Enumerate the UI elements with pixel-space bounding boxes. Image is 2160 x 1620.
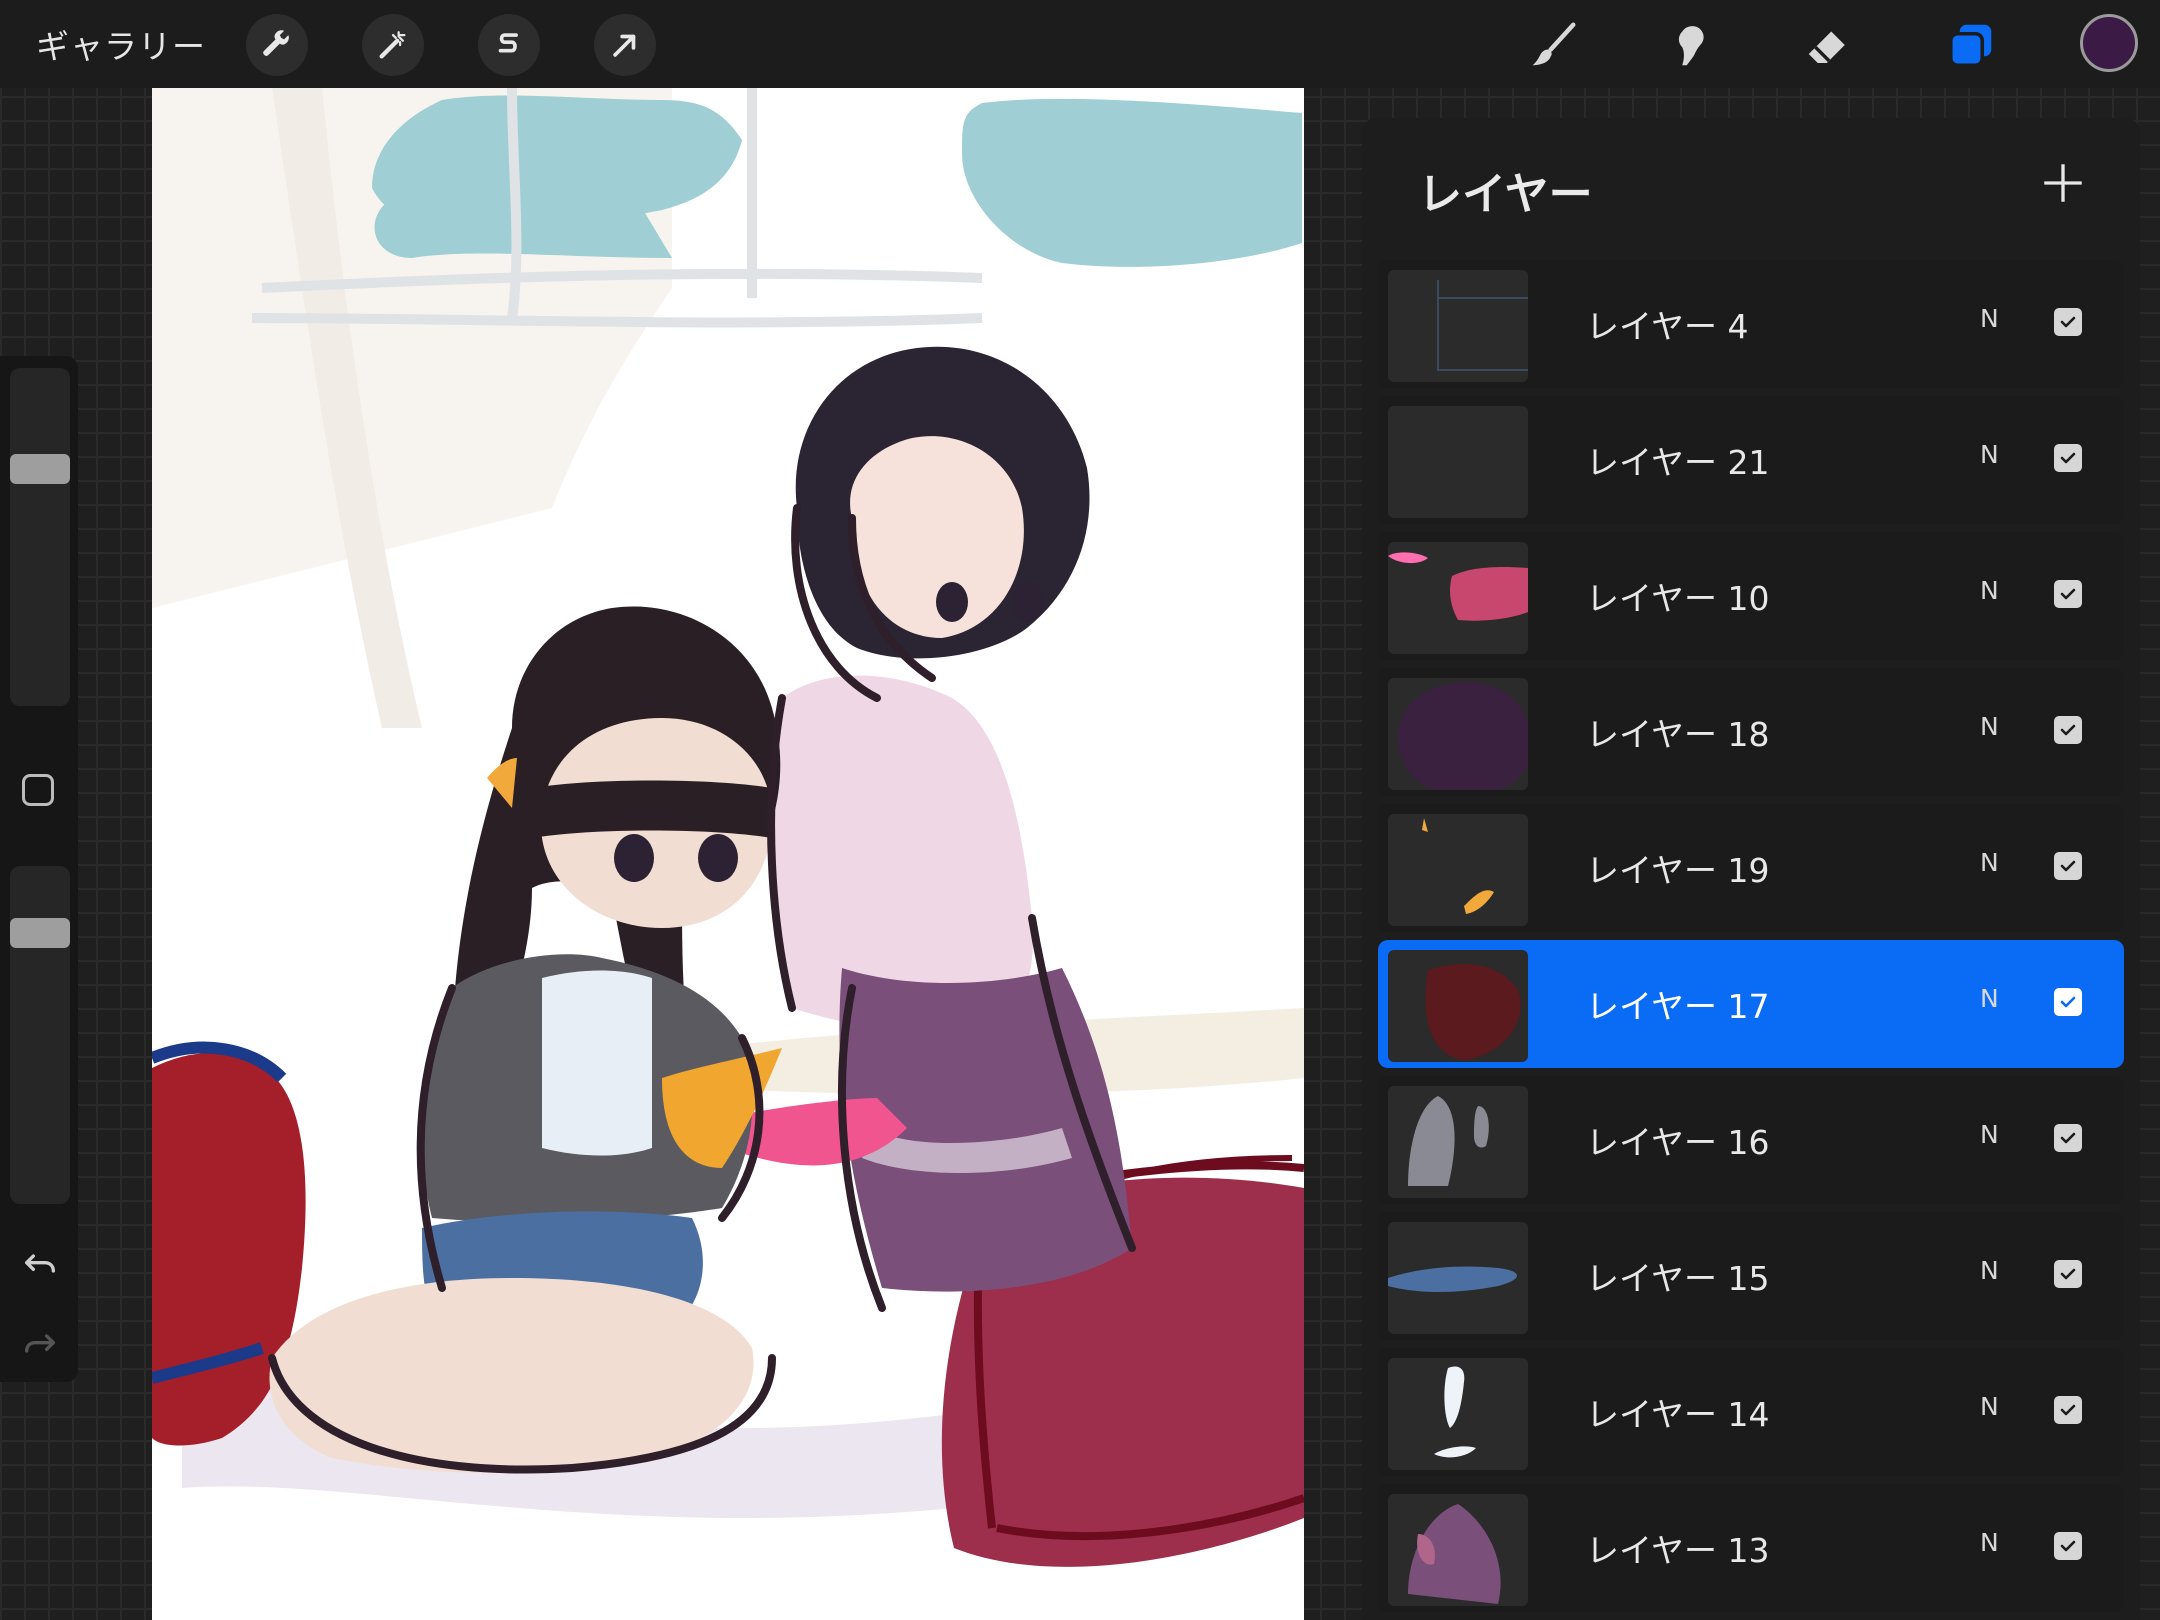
layer-name: レイヤー 10 bbox=[1586, 579, 1770, 618]
checkmark-icon bbox=[2060, 1132, 2076, 1144]
eraser-tool-button[interactable] bbox=[1800, 16, 1858, 74]
selection-s-icon bbox=[498, 33, 518, 53]
canvas-artwork bbox=[152, 88, 1304, 1567]
smudge-icon bbox=[1678, 26, 1704, 66]
layer-row[interactable]: レイヤー 21 N bbox=[1378, 396, 2124, 524]
layer-visibility-checkbox[interactable] bbox=[2054, 1124, 2082, 1152]
checkmark-icon bbox=[2060, 1540, 2076, 1552]
transform-button[interactable] bbox=[594, 14, 656, 76]
layers-panel: レイヤー レイヤー 4 N レイヤー 21 N レイヤー 10 N レイヤー 18 N レイヤー… bbox=[1362, 118, 2140, 1620]
blend-mode-button[interactable]: N bbox=[1980, 1528, 1999, 1557]
layer-name: レイヤー 15 bbox=[1586, 1259, 1770, 1298]
brush-icon bbox=[1532, 22, 1576, 66]
brush-tool-button[interactable] bbox=[1524, 16, 1582, 74]
blend-mode-button[interactable]: N bbox=[1980, 1392, 1999, 1421]
layer-row[interactable]: レイヤー 10 N bbox=[1378, 532, 2124, 660]
layer-row[interactable]: レイヤー 16 N bbox=[1378, 1076, 2124, 1204]
blend-mode-button[interactable]: N bbox=[1980, 1120, 1999, 1149]
blend-mode-button[interactable]: N bbox=[1980, 712, 1999, 741]
magic-wand-icon bbox=[379, 31, 406, 59]
drawing-canvas[interactable] bbox=[152, 88, 1304, 1620]
redo-icon[interactable] bbox=[20, 1326, 60, 1366]
layer-name: レイヤー 21 bbox=[1586, 443, 1770, 482]
top-toolbar: ギャラリー bbox=[0, 0, 2160, 88]
color-picker-button[interactable] bbox=[2080, 14, 2138, 72]
add-layer-icon[interactable] bbox=[2038, 158, 2088, 208]
layer-thumbnail[interactable] bbox=[1388, 678, 1528, 790]
layer-name: レイヤー 18 bbox=[1586, 715, 1770, 754]
blend-mode-button[interactable]: N bbox=[1980, 576, 1999, 605]
layers-panel-title: レイヤー bbox=[1418, 169, 1593, 220]
checkmark-icon bbox=[2060, 724, 2076, 736]
layer-visibility-checkbox[interactable] bbox=[2054, 716, 2082, 744]
checkmark-icon bbox=[2060, 588, 2076, 600]
eraser-icon bbox=[1808, 31, 1845, 63]
layer-row[interactable]: レイヤー 13 N bbox=[1378, 1484, 2124, 1612]
layer-visibility-checkbox[interactable] bbox=[2054, 1532, 2082, 1560]
layer-thumbnail[interactable] bbox=[1388, 270, 1528, 382]
layer-name: レイヤー 19 bbox=[1586, 851, 1770, 890]
layer-row[interactable]: レイヤー 15 N bbox=[1378, 1212, 2124, 1340]
arrow-cursor-icon bbox=[613, 34, 636, 57]
layer-visibility-checkbox[interactable] bbox=[2054, 1396, 2082, 1424]
actions-button[interactable] bbox=[246, 14, 308, 76]
opacity-slider[interactable] bbox=[10, 866, 70, 1204]
layers-tool-button[interactable] bbox=[1942, 16, 2000, 74]
layer-visibility-checkbox[interactable] bbox=[2054, 852, 2082, 880]
layer-name: レイヤー 4 bbox=[1586, 307, 1749, 346]
checkmark-icon bbox=[2060, 996, 2076, 1008]
checkmark-icon bbox=[2060, 1404, 2076, 1416]
layers-icon bbox=[1948, 24, 1992, 68]
layer-name: レイヤー 17 bbox=[1586, 987, 1770, 1026]
brush-size-thumb[interactable] bbox=[10, 454, 70, 485]
layer-thumbnail[interactable] bbox=[1388, 1494, 1528, 1606]
undo-icon[interactable] bbox=[20, 1246, 60, 1286]
layer-thumbnail[interactable] bbox=[1388, 406, 1528, 518]
gallery-button[interactable]: ギャラリー bbox=[36, 20, 206, 68]
layer-thumbnail[interactable] bbox=[1388, 1086, 1528, 1198]
opacity-thumb[interactable] bbox=[10, 918, 70, 949]
blend-mode-button[interactable]: N bbox=[1980, 984, 1999, 1013]
layer-thumbnail[interactable] bbox=[1388, 1358, 1528, 1470]
checkmark-icon bbox=[2060, 1268, 2076, 1280]
blend-mode-button[interactable]: N bbox=[1980, 304, 1999, 333]
layer-thumbnail[interactable] bbox=[1388, 814, 1528, 926]
modify-button[interactable] bbox=[22, 774, 54, 806]
layer-visibility-checkbox[interactable] bbox=[2054, 580, 2082, 608]
adjustments-button[interactable] bbox=[362, 14, 424, 76]
blend-mode-button[interactable]: N bbox=[1980, 848, 1999, 877]
layer-thumbnail[interactable] bbox=[1388, 542, 1528, 654]
blend-mode-button[interactable]: N bbox=[1980, 440, 1999, 469]
layer-row[interactable]: レイヤー 14 N bbox=[1378, 1348, 2124, 1476]
layer-visibility-checkbox[interactable] bbox=[2054, 988, 2082, 1016]
layer-name: レイヤー 16 bbox=[1586, 1123, 1770, 1162]
layer-name: レイヤー 13 bbox=[1586, 1531, 1770, 1570]
wrench-icon bbox=[263, 30, 289, 56]
left-sidebar bbox=[0, 356, 78, 1382]
brush-size-slider[interactable] bbox=[10, 368, 70, 706]
layer-row[interactable]: レイヤー 18 N bbox=[1378, 668, 2124, 796]
layer-visibility-checkbox[interactable] bbox=[2054, 1260, 2082, 1288]
blend-mode-button[interactable]: N bbox=[1980, 1256, 1999, 1285]
layer-row[interactable]: レイヤー 19 N bbox=[1378, 804, 2124, 932]
smudge-tool-button[interactable] bbox=[1660, 16, 1718, 74]
layer-row[interactable]: レイヤー 4 N bbox=[1378, 260, 2124, 388]
checkmark-icon bbox=[2060, 452, 2076, 464]
checkmark-icon bbox=[2060, 316, 2076, 328]
checkmark-icon bbox=[2060, 860, 2076, 872]
layer-thumbnail[interactable] bbox=[1388, 950, 1528, 1062]
layer-visibility-checkbox[interactable] bbox=[2054, 444, 2082, 472]
layer-thumbnail[interactable] bbox=[1388, 1222, 1528, 1334]
layer-row[interactable]: レイヤー 17 N bbox=[1378, 940, 2124, 1068]
layer-name: レイヤー 14 bbox=[1586, 1395, 1770, 1434]
selection-button[interactable] bbox=[478, 14, 540, 76]
layer-visibility-checkbox[interactable] bbox=[2054, 308, 2082, 336]
